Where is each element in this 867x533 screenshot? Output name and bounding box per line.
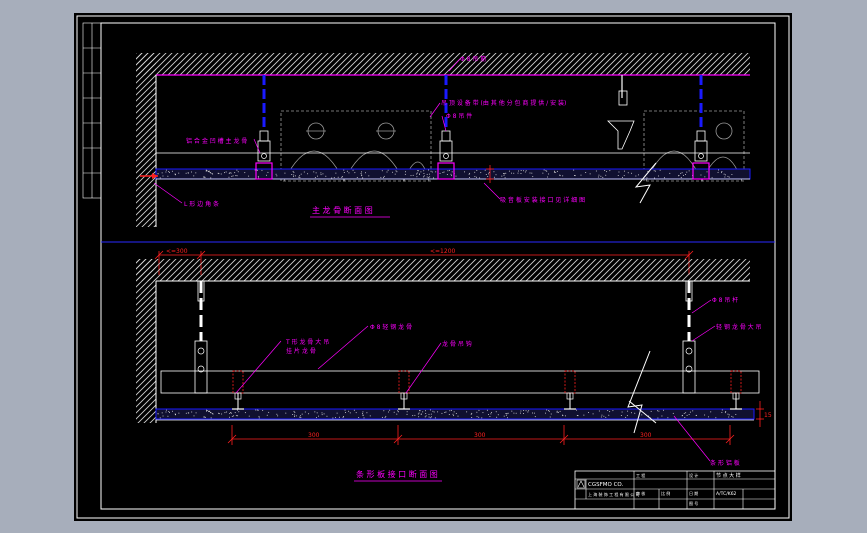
bottom-hangers bbox=[194, 280, 696, 394]
title-row-2: 设 计 bbox=[689, 472, 698, 478]
top-hanger-3 bbox=[692, 75, 710, 180]
dim-bottom-2: 300 bbox=[474, 432, 486, 439]
title-row-3: 审 核 bbox=[636, 490, 645, 496]
note-strip: 条 形 铝 板 bbox=[710, 459, 740, 467]
title-row-5: 日 期 bbox=[689, 490, 698, 496]
dim-top-1: <=300 bbox=[166, 248, 188, 255]
bottom-main-keel bbox=[160, 370, 760, 394]
note-edge-trim: L 形 边 角 条 bbox=[184, 200, 219, 208]
drawing-sheet: Φ 8 吊 筋 吊 顶 设 备 带 (由 其 他 分 包 商 提 供 / 安 装… bbox=[76, 15, 790, 519]
note-clip: 龙 骨 吊 钩 bbox=[442, 340, 472, 348]
top-hanger-2 bbox=[437, 75, 455, 180]
note-main-keel: 铝 合 金 凹 槽 主 龙 骨 bbox=[186, 137, 247, 145]
bottom-hanger-1 bbox=[194, 280, 208, 394]
bottom-left-wall bbox=[136, 259, 156, 423]
title-row-6: 图 号 bbox=[689, 500, 698, 506]
panel-clip-3 bbox=[564, 370, 576, 410]
title-company: 上 海 装 饰 工 程 有 限 公 司 bbox=[588, 491, 639, 497]
bottom-section-title: 条 形 板 接 口 断 面 图 bbox=[356, 469, 438, 479]
note-main-keel-right: 轻 钢 龙 骨 大 吊 bbox=[716, 323, 762, 331]
title-drawing-name: 节 点 大 样 bbox=[716, 472, 741, 479]
top-hangers bbox=[255, 75, 710, 180]
panel-clip-4 bbox=[730, 370, 742, 410]
note-rod-top: Φ 8 吊 筋 bbox=[460, 55, 486, 63]
top-ceiling-slab bbox=[136, 53, 750, 75]
top-hanger-1 bbox=[255, 75, 273, 180]
note-board: 吸 音 板 安 装 接 口 见 详 细 图 bbox=[500, 196, 585, 204]
title-row-4: 比 例 bbox=[661, 490, 670, 496]
title-row-1: 工 程 bbox=[636, 472, 645, 478]
title-block: CGSFMO CO. 上 海 装 饰 工 程 有 限 公 司 节 点 大 样 工… bbox=[574, 470, 776, 510]
bottom-ceiling-slab bbox=[136, 259, 750, 281]
top-left-wall bbox=[136, 53, 156, 227]
bottom-hanger-2 bbox=[682, 280, 696, 394]
note-hanger-rod: Φ 8 吊 杆 bbox=[712, 296, 738, 304]
panel-clip-1 bbox=[232, 370, 244, 410]
right-thickness-dim bbox=[756, 401, 764, 427]
note-mid-keel: Φ 8 轻 钢 龙 骨 bbox=[370, 323, 412, 331]
bottom-section: <=300 <=1200 300 300 300 15 T 形 龙 骨 大 吊 … bbox=[136, 248, 772, 482]
note-equipment: 吊 顶 设 备 带 (由 其 他 分 包 商 提 供 / 安 装) bbox=[441, 99, 566, 107]
note-sub-keel-1: T 形 龙 骨 大 吊 bbox=[285, 338, 329, 346]
title-code: A/TC/K62 bbox=[716, 491, 737, 497]
top-fixture-hanger bbox=[607, 75, 635, 150]
note-sub-keel-2: 挂 片 龙 骨 bbox=[286, 347, 316, 355]
top-section-title: 主 龙 骨 断 面 图 bbox=[312, 205, 373, 215]
dim-bottom-1: 300 bbox=[308, 432, 320, 439]
dim-top-2: <=1200 bbox=[430, 248, 456, 255]
dim-right: 15 bbox=[764, 412, 772, 419]
top-ceiling-board bbox=[155, 168, 751, 180]
dim-bottom-3: 300 bbox=[640, 432, 652, 439]
bottom-clips bbox=[232, 370, 742, 410]
note-hanger: Φ 8 吊 件 bbox=[446, 112, 472, 120]
strip-panel bbox=[155, 408, 755, 420]
cad-drawing-canvas: Φ 8 吊 筋 吊 顶 设 备 带 (由 其 他 分 包 商 提 供 / 安 装… bbox=[74, 13, 792, 521]
bottom-break-line bbox=[627, 350, 651, 434]
top-section: Φ 8 吊 筋 吊 顶 设 备 带 (由 其 他 分 包 商 提 供 / 安 装… bbox=[136, 53, 751, 227]
title-logo-text: CGSFMO CO. bbox=[588, 482, 624, 488]
left-margin-strip bbox=[82, 22, 102, 199]
